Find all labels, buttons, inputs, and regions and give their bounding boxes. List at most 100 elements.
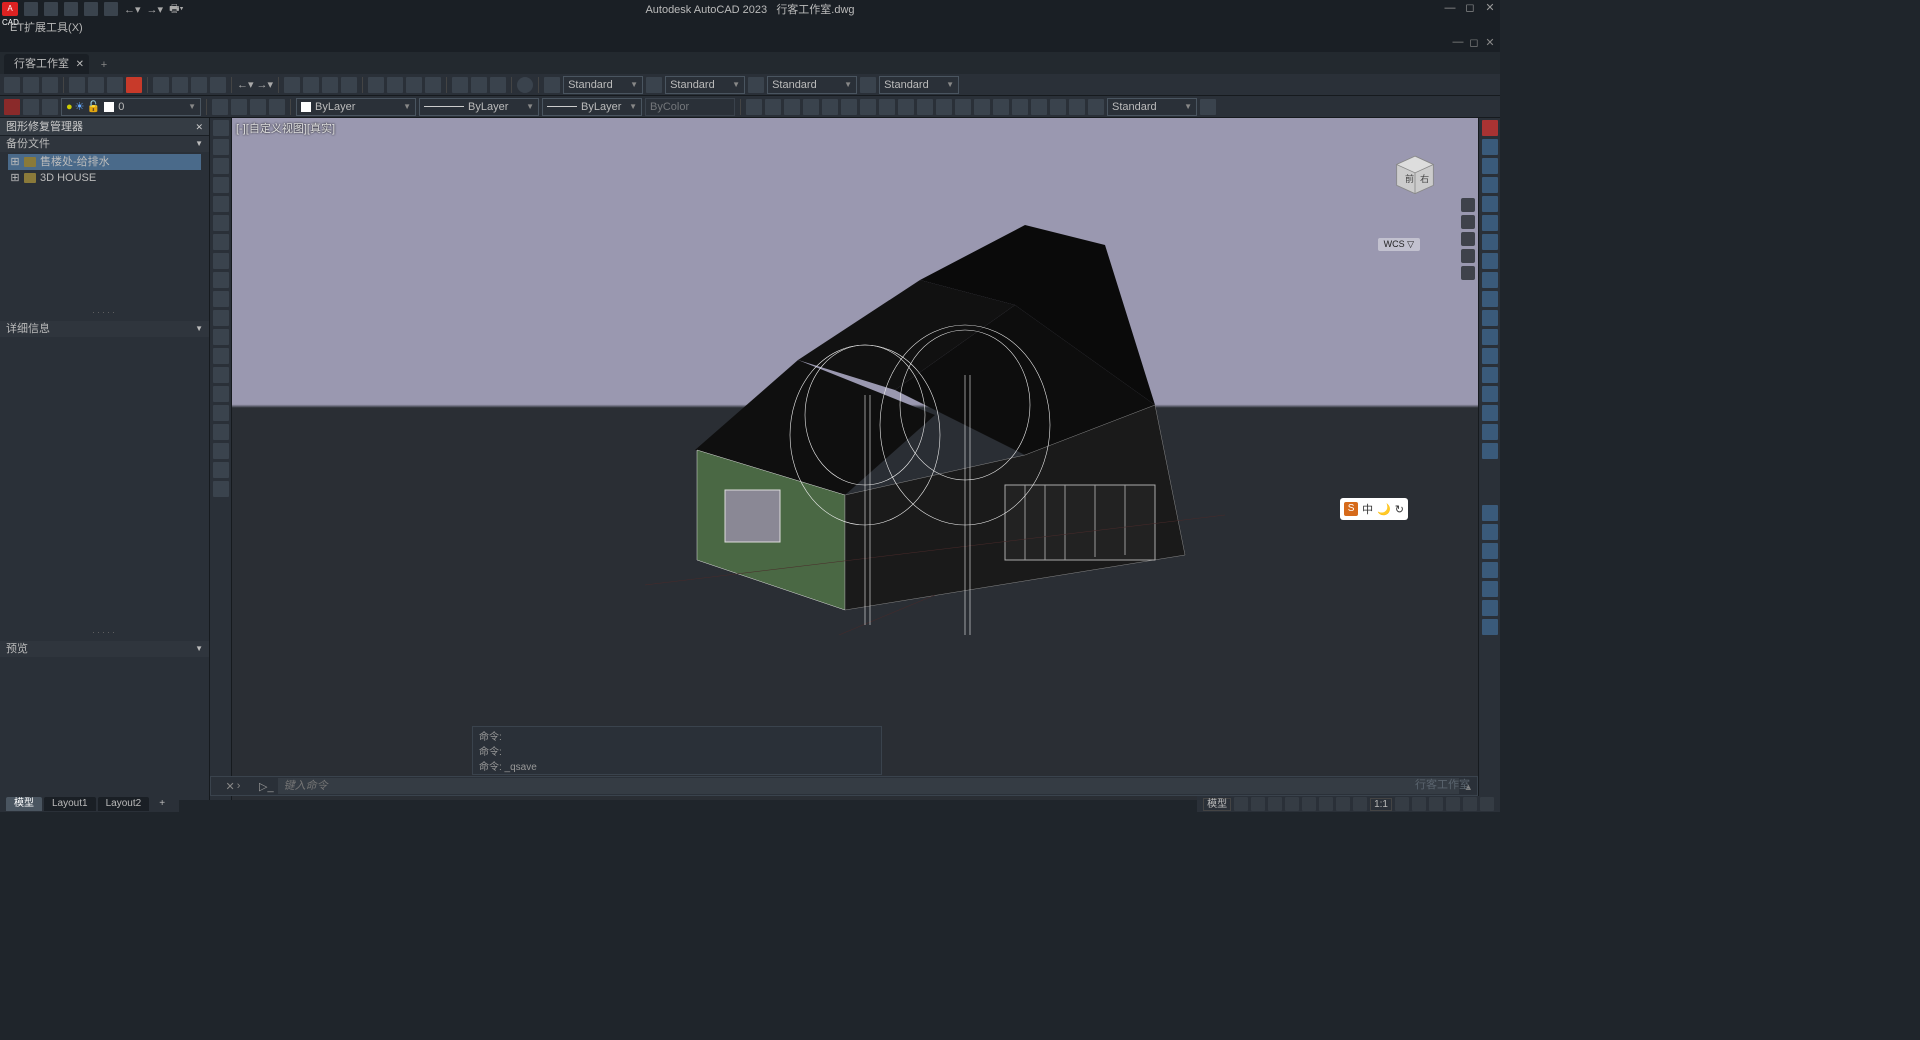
region-icon[interactable] xyxy=(213,424,229,440)
circle-icon[interactable] xyxy=(213,234,229,250)
match-icon[interactable] xyxy=(210,77,226,93)
dimstyle-combo[interactable]: Standard▼ xyxy=(665,76,745,94)
polyline-icon[interactable] xyxy=(213,158,229,174)
chevron-right-icon[interactable]: › xyxy=(237,780,241,793)
dimstyle-combo2[interactable]: Standard▼ xyxy=(1107,98,1197,116)
publish-icon[interactable] xyxy=(107,77,123,93)
rotate-icon[interactable] xyxy=(1482,234,1498,250)
drawing-viewport[interactable]: [-][自定义视图][真实] xyxy=(232,118,1478,800)
clean-icon[interactable] xyxy=(1463,797,1477,811)
ortho-icon[interactable] xyxy=(1268,797,1282,811)
copy-icon[interactable] xyxy=(1482,139,1498,155)
tolerance-icon[interactable] xyxy=(974,99,990,115)
section-preview[interactable]: 预览▼ xyxy=(0,641,209,657)
plot-icon[interactable] xyxy=(104,2,118,16)
zoom-win-icon[interactable] xyxy=(322,77,338,93)
ime-mode-icon[interactable]: 🌙 xyxy=(1377,503,1391,516)
layer-prop-icon[interactable] xyxy=(4,99,20,115)
fillet-icon[interactable] xyxy=(1482,405,1498,421)
dim-linear-icon[interactable] xyxy=(746,99,762,115)
linetype-combo[interactable]: ByLayer▼ xyxy=(419,98,539,116)
add-layout-button[interactable]: + xyxy=(151,797,173,811)
layer-match-icon[interactable] xyxy=(231,99,247,115)
showhide-icon[interactable] xyxy=(1461,266,1475,280)
new-tab-button[interactable]: + xyxy=(95,56,113,74)
cycle-icon[interactable] xyxy=(1412,797,1426,811)
tablestyle-icon[interactable] xyxy=(748,77,764,93)
otrack-icon[interactable] xyxy=(1336,797,1350,811)
close-icon[interactable]: ✕ xyxy=(76,57,84,73)
dim-radius-icon[interactable] xyxy=(822,99,838,115)
dimtedit-icon[interactable] xyxy=(1069,99,1085,115)
offset-icon[interactable] xyxy=(1482,177,1498,193)
mlstyle-icon[interactable] xyxy=(860,77,876,93)
props-icon[interactable] xyxy=(368,77,384,93)
tree-node-selected[interactable]: ⊞售楼处-给排水 xyxy=(8,154,201,170)
dcenter-icon[interactable] xyxy=(387,77,403,93)
polygon-icon[interactable] xyxy=(213,177,229,193)
ime-indicator[interactable]: S 中 🌙 ↻ xyxy=(1340,498,1408,520)
section-backup-files[interactable]: 备份文件▼ xyxy=(0,136,209,152)
dim-ordinate-icon[interactable] xyxy=(879,99,895,115)
ime-sync-icon[interactable]: ↻ xyxy=(1395,503,1404,516)
dimstyle-mgr-icon[interactable] xyxy=(1200,99,1216,115)
doc-minimize-button[interactable]: — xyxy=(1450,36,1466,52)
orbit-icon[interactable] xyxy=(1461,249,1475,263)
pan-icon[interactable] xyxy=(1461,215,1475,229)
line-icon[interactable] xyxy=(213,120,229,136)
textstyle-icon[interactable] xyxy=(544,77,560,93)
grid-icon[interactable] xyxy=(1234,797,1248,811)
arc-icon[interactable] xyxy=(213,215,229,231)
copy-icon[interactable] xyxy=(172,77,188,93)
break2-icon[interactable] xyxy=(1482,348,1498,364)
save-icon[interactable] xyxy=(64,2,78,16)
color-combo[interactable]: ByLayer▼ xyxy=(296,98,416,116)
zoom-rt-icon[interactable] xyxy=(303,77,319,93)
print-icon[interactable]: 🖶▾ xyxy=(169,0,183,19)
close-icon[interactable]: ✕ xyxy=(226,780,235,793)
undo-icon[interactable]: ←▾ xyxy=(124,3,141,16)
dim-arc-icon[interactable] xyxy=(803,99,819,115)
point-icon[interactable] xyxy=(213,367,229,383)
qnew-icon[interactable] xyxy=(4,77,20,93)
layer3-icon[interactable] xyxy=(1482,543,1498,559)
doc-close-button[interactable]: ✕ xyxy=(1482,36,1498,52)
tool-pal-icon[interactable] xyxy=(406,77,422,93)
mirror-icon[interactable] xyxy=(1482,158,1498,174)
trim-icon[interactable] xyxy=(1482,291,1498,307)
scale-button[interactable]: 1:1 xyxy=(1370,798,1392,811)
layer1-icon[interactable] xyxy=(1482,505,1498,521)
layer6-icon[interactable] xyxy=(1482,600,1498,616)
blocks-icon[interactable] xyxy=(490,77,506,93)
panel-close-icon[interactable]: ✕ xyxy=(195,118,203,135)
move-icon[interactable] xyxy=(1482,215,1498,231)
zoom-prev-icon[interactable] xyxy=(341,77,357,93)
anno-icon[interactable] xyxy=(1353,797,1367,811)
xline-icon[interactable] xyxy=(213,139,229,155)
cut-icon[interactable] xyxy=(153,77,169,93)
join-icon[interactable] xyxy=(1482,367,1498,383)
layer7-icon[interactable] xyxy=(1482,619,1498,635)
layer-prev-icon[interactable] xyxy=(250,99,266,115)
mlstyle-combo[interactable]: Standard▼ xyxy=(879,76,959,94)
dimedit-icon[interactable] xyxy=(1050,99,1066,115)
blend-icon[interactable] xyxy=(1482,424,1498,440)
gear-icon[interactable] xyxy=(1395,797,1409,811)
section-details[interactable]: 详细信息▼ xyxy=(0,321,209,337)
insert-icon[interactable] xyxy=(213,329,229,345)
tab-layout2[interactable]: Layout2 xyxy=(98,797,150,811)
ellipse-icon[interactable] xyxy=(213,291,229,307)
snap-icon[interactable] xyxy=(1251,797,1265,811)
lineweight-combo[interactable]: ByLayer▼ xyxy=(542,98,642,116)
document-tab-active[interactable]: 行客工作室 ✕ xyxy=(4,54,89,74)
help-icon[interactable] xyxy=(517,77,533,93)
paste-icon[interactable] xyxy=(191,77,207,93)
layer4-icon[interactable] xyxy=(1482,562,1498,578)
zoom-icon[interactable] xyxy=(1461,232,1475,246)
revcloud-icon[interactable] xyxy=(213,253,229,269)
layer-states-icon[interactable] xyxy=(23,99,39,115)
dim-aligned-icon[interactable] xyxy=(765,99,781,115)
dim-jogged-icon[interactable] xyxy=(860,99,876,115)
inspect-icon[interactable] xyxy=(1012,99,1028,115)
redo-icon[interactable]: →▾ xyxy=(257,78,274,91)
